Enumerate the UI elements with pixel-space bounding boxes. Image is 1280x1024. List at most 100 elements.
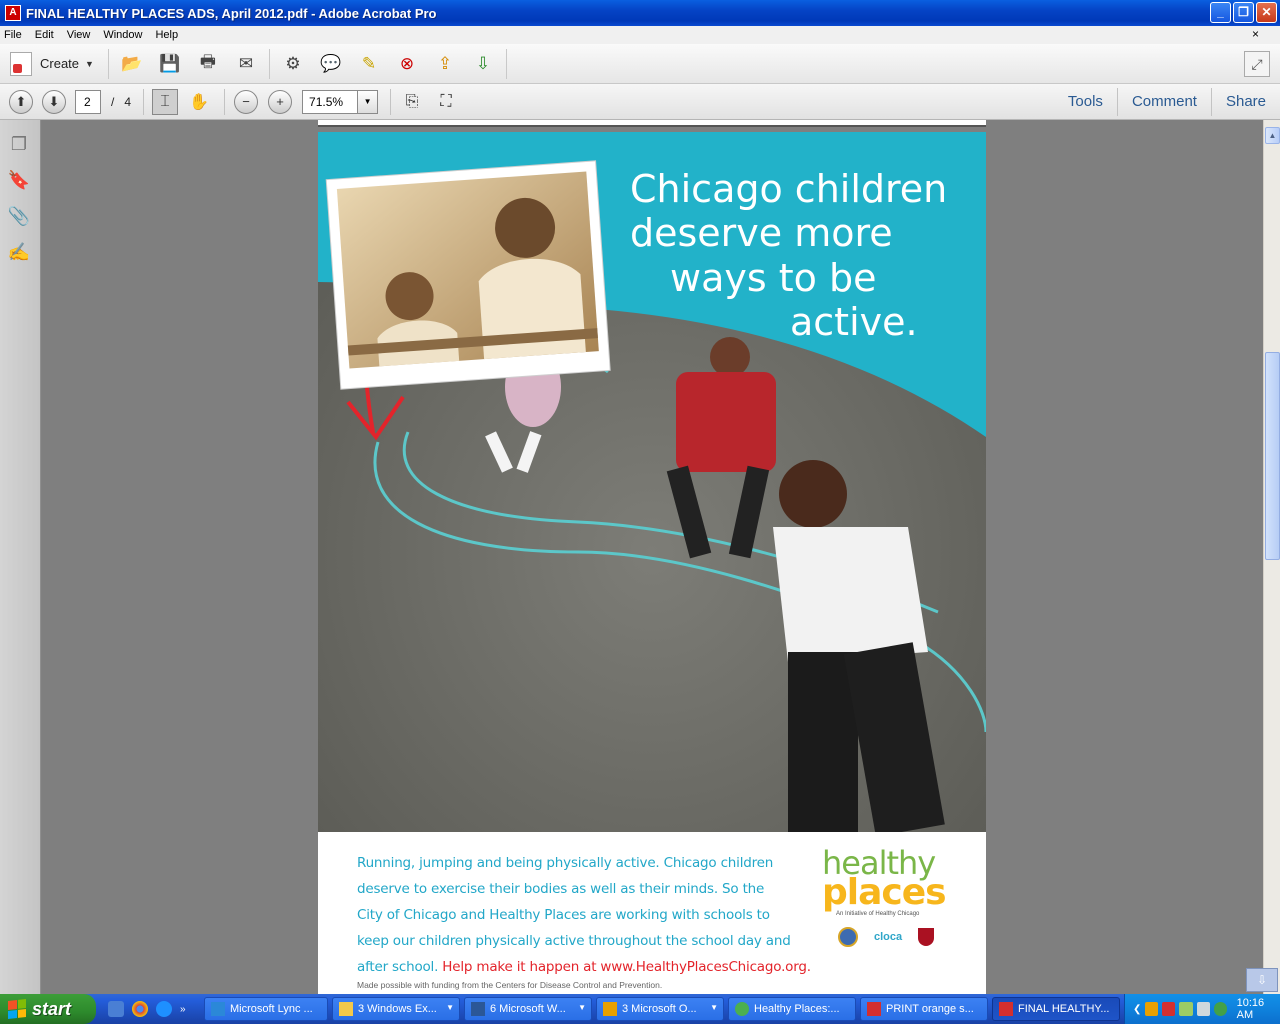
zoom-dropdown-chevron-icon[interactable]: ▼ [358, 89, 379, 114]
lync-icon [211, 1002, 225, 1016]
signatures-icon[interactable]: ✍ [7, 240, 31, 264]
tray-expand-icon[interactable]: ❮ [1133, 1004, 1141, 1015]
taskbar-item-word[interactable]: 6 Microsoft W... ▼ [464, 997, 592, 1021]
pdf-icon [867, 1002, 881, 1016]
maximize-button[interactable]: ❐ [1233, 2, 1254, 23]
poster-body-line: keep our children physically active thro… [357, 933, 791, 949]
taskbar-item-pdf-final[interactable]: FINAL HEALTHY... [992, 997, 1120, 1021]
taskbar-item-explorer[interactable]: 3 Windows Ex... ▼ [332, 997, 460, 1021]
fit-width-icon[interactable]: ⛶ [433, 89, 459, 115]
start-button[interactable]: start [0, 994, 96, 1024]
tab-share[interactable]: Share [1210, 88, 1280, 116]
shield-icon [918, 928, 935, 946]
attachments-icon[interactable]: 📎 [7, 204, 31, 228]
folder-icon [339, 1002, 353, 1016]
scroll-up-arrow-icon[interactable]: ▲ [1265, 127, 1280, 144]
internet-explorer-icon[interactable] [156, 1001, 172, 1017]
create-button[interactable]: Create ▼ [10, 48, 109, 79]
tab-comment[interactable]: Comment [1116, 88, 1211, 116]
page-down-icon[interactable]: ⇩ [1246, 968, 1278, 992]
create-pdf-icon [10, 51, 32, 76]
task-label: 3 Windows Ex... [358, 1003, 437, 1015]
task-label: Healthy Places:... [754, 1003, 840, 1015]
poster-body-line: deserve to exercise their bodies as well… [357, 881, 765, 897]
print-icon[interactable]: 🖶 [195, 51, 221, 77]
menu-edit[interactable]: Edit [35, 29, 54, 41]
word-icon [471, 1002, 485, 1016]
chevron-down-icon: ▼ [578, 1003, 586, 1012]
hand-tool-icon[interactable]: ✋ [186, 89, 212, 115]
quick-launch: » [108, 1001, 200, 1017]
export-icon[interactable]: ⇪ [432, 51, 458, 77]
poster-body-last-blue: after school. [357, 959, 443, 975]
zoom-input[interactable]: 71.5% [302, 89, 359, 114]
pdf-icon [999, 1002, 1013, 1016]
title-bar: A FINAL HEALTHY PLACES ADS, April 2012.p… [0, 0, 1280, 26]
poster-body-line: City of Chicago and Healthy Places are w… [357, 907, 770, 923]
network-icon[interactable] [1179, 1002, 1193, 1016]
poster-fine-print: Made possible with funding from the Cent… [357, 980, 663, 990]
task-label: FINAL HEALTHY... [1018, 1003, 1110, 1015]
taskbar-item-chrome[interactable]: Healthy Places:... [728, 997, 856, 1021]
bookmarks-icon[interactable]: 🔖 [7, 168, 31, 192]
minimize-button[interactable]: _ [1210, 2, 1231, 23]
open-icon[interactable]: 📂 [119, 51, 145, 77]
vertical-scrollbar[interactable]: ▲ [1263, 120, 1280, 994]
acrobat-tray-icon[interactable] [1162, 1002, 1176, 1016]
highlight-icon[interactable]: ✎ [356, 51, 382, 77]
menu-view[interactable]: View [67, 29, 91, 41]
scroll-thumb[interactable] [1265, 352, 1280, 560]
close-button[interactable]: ✕ [1256, 2, 1277, 23]
desktop-icon[interactable] [108, 1001, 124, 1017]
edit-tools-group: ⚙ 💬 ✎ ⊗ ⇪ ⇩ [270, 48, 507, 79]
menu-window[interactable]: Window [103, 29, 142, 41]
menu-bar: File Edit View Window Help × [0, 26, 1280, 44]
previous-page-button[interactable]: ⬆ [9, 89, 33, 114]
create-label: Create [40, 56, 80, 71]
taskbar-item-lync[interactable]: Microsoft Lync ... [204, 997, 328, 1021]
poster-body-line: after school. Help make it happen at www… [357, 954, 817, 980]
settings-icon[interactable]: ⚙ [280, 51, 306, 77]
poster-body-line: Running, jumping and being physically ac… [357, 855, 774, 871]
taskbar-item-outlook[interactable]: 3 Microsoft O... ▼ [596, 997, 724, 1021]
select-tool-icon[interactable]: ⌶ [152, 88, 179, 115]
comment-icon[interactable]: 💬 [318, 51, 344, 77]
menu-file[interactable]: File [4, 29, 22, 41]
main-toolbar: Create ▼ 📂 💾 🖶 ✉ ⚙ 💬 ✎ ⊗ ⇪ ⇩ ⤢ [0, 44, 1280, 84]
tab-tools[interactable]: Tools [1054, 88, 1117, 116]
poster-headline-line-1: Chicago children [630, 167, 947, 211]
poster-link-text[interactable]: Help make it happen at www.HealthyPlaces… [442, 959, 811, 975]
partner-seals: cloca [838, 927, 962, 947]
quick-launch-overflow-icon[interactable]: » [180, 1004, 186, 1015]
clock: 10:16 AM [1236, 997, 1265, 1021]
zoom-in-button[interactable]: + [268, 89, 293, 114]
page-thumbnails-icon[interactable]: ❐ [7, 132, 31, 156]
task-label: Microsoft Lync ... [230, 1003, 313, 1015]
partner-logo: cloca [874, 931, 903, 943]
poster-body-text: Running, jumping and being physically ac… [357, 850, 817, 980]
outlook-tray-icon[interactable] [1145, 1002, 1159, 1016]
document-close-icon[interactable]: × [1252, 27, 1259, 41]
sync-icon[interactable] [1213, 1002, 1227, 1016]
acrobat-app-icon[interactable]: A [5, 5, 21, 21]
volume-icon[interactable] [1196, 1002, 1210, 1016]
email-icon[interactable]: ✉ [233, 51, 259, 77]
share-icon[interactable]: ⇩ [470, 51, 496, 77]
page-separator: / [111, 94, 115, 109]
next-page-button[interactable]: ⬇ [42, 89, 66, 114]
zoom-out-button[interactable]: − [234, 89, 259, 114]
fit-page-icon[interactable]: ⎘ [399, 89, 425, 115]
menu-help[interactable]: Help [155, 29, 178, 41]
taskbar-item-pdf-print[interactable]: PRINT orange s... [860, 997, 988, 1021]
document-view[interactable]: Chicago children deserve more ways to be… [42, 120, 1263, 994]
expand-icon[interactable]: ⤢ [1244, 51, 1270, 77]
page-number-input[interactable]: 2 [75, 89, 101, 114]
chevron-down-icon: ▼ [710, 1003, 718, 1012]
chrome-icon[interactable] [132, 1001, 148, 1017]
start-label: start [32, 998, 72, 1019]
delete-icon[interactable]: ⊗ [394, 51, 420, 77]
poster-headline-line-3: ways to be [670, 256, 876, 300]
save-icon[interactable]: 💾 [157, 51, 183, 77]
divider [390, 88, 392, 115]
task-pane-tabs: Tools Comment Share [1054, 84, 1280, 120]
